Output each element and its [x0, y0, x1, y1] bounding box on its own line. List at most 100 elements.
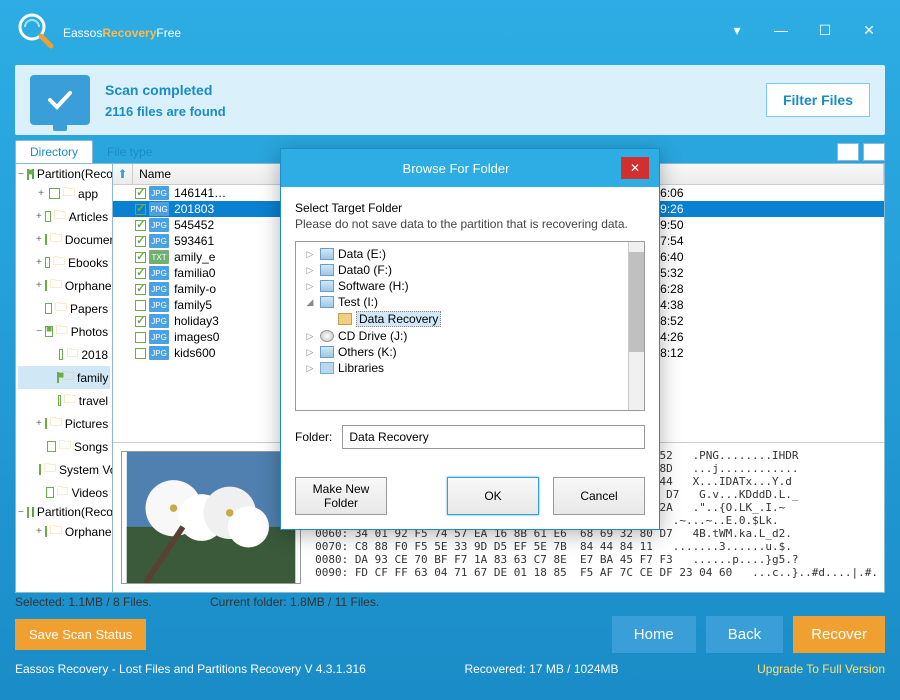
tree-label: System Volume Informat	[59, 463, 113, 477]
expand-toggle[interactable]: +	[36, 257, 42, 268]
folder-input[interactable]	[342, 425, 645, 449]
folder-icon: 🗀	[50, 413, 62, 434]
view-list-button[interactable]	[863, 143, 885, 161]
checkbox[interactable]	[27, 169, 29, 180]
tab-directory[interactable]: Directory	[15, 140, 93, 163]
checkbox[interactable]	[57, 372, 59, 383]
checkbox[interactable]	[45, 526, 47, 537]
ok-button[interactable]: OK	[447, 477, 539, 515]
checkbox[interactable]	[135, 268, 146, 279]
expand-toggle[interactable]: +	[36, 234, 42, 245]
dropdown-icon[interactable]: ▾	[721, 18, 753, 42]
folder-tree-item[interactable]: Data Recovery	[300, 310, 640, 328]
checkbox[interactable]	[135, 236, 146, 247]
tree-item[interactable]: +🗀Orphaned Files	[18, 274, 110, 297]
minimize-button[interactable]: —	[765, 18, 797, 42]
checkbox[interactable]	[46, 487, 54, 498]
folder-tree-item[interactable]: ◢Test (I:)	[300, 294, 640, 310]
make-new-folder-button[interactable]: Make New Folder	[295, 477, 387, 515]
checkbox[interactable]	[135, 204, 146, 215]
dialog-close-button[interactable]: ✕	[621, 157, 649, 179]
tree-item[interactable]: 🗀family	[18, 366, 110, 389]
up-folder-button[interactable]: ⬆	[113, 164, 133, 184]
tab-file-type[interactable]: File type	[93, 141, 166, 163]
tree-item[interactable]: −Partition(Recognized)(2	[18, 504, 110, 520]
checkbox[interactable]	[45, 418, 47, 429]
recover-button[interactable]: Recover	[793, 616, 885, 653]
scrollbar[interactable]	[628, 242, 644, 410]
folder-tree-item[interactable]: ▷CD Drive (J:)	[300, 328, 640, 344]
checkbox[interactable]	[45, 280, 47, 291]
cancel-button[interactable]: Cancel	[553, 477, 645, 515]
expand-toggle[interactable]: +	[36, 188, 46, 199]
scrollbar-thumb[interactable]	[629, 252, 644, 352]
checkbox[interactable]	[135, 348, 146, 359]
info-current: Current folder: 1.8MB / 11 Files.	[210, 595, 379, 609]
checkbox[interactable]	[45, 326, 53, 337]
checkbox[interactable]	[39, 464, 41, 475]
browse-folder-dialog: Browse For Folder ✕ Select Target Folder…	[280, 148, 660, 530]
expand-toggle[interactable]: −	[36, 326, 42, 337]
tree-label: Pictures	[65, 417, 108, 431]
close-button[interactable]: ✕	[853, 18, 885, 42]
checkbox[interactable]	[135, 188, 146, 199]
expand-toggle[interactable]: ▷	[304, 331, 316, 342]
expand-toggle[interactable]: ◢	[304, 297, 316, 308]
expand-toggle[interactable]: ▷	[304, 281, 316, 292]
upgrade-link[interactable]: Upgrade To Full Version	[757, 662, 885, 676]
tree-item[interactable]: + 🗀Pictures	[18, 412, 110, 435]
maximize-button[interactable]: ☐	[809, 18, 841, 42]
tree-item[interactable]: −🗀Photos	[18, 320, 110, 343]
checkbox[interactable]	[27, 507, 29, 518]
checkbox[interactable]	[47, 441, 56, 452]
back-button[interactable]: Back	[706, 616, 783, 653]
folder-tree[interactable]: ▷Data (E:)▷Data0 (F:)▷Software (H:)◢Test…	[295, 241, 645, 411]
save-scan-button[interactable]: Save Scan Status	[15, 619, 146, 650]
checkbox[interactable]	[58, 395, 61, 406]
expand-toggle[interactable]: +	[36, 526, 42, 537]
tree-item[interactable]: +🗀Articles	[18, 205, 110, 228]
expand-toggle[interactable]: −	[18, 507, 24, 518]
expand-toggle[interactable]: +	[36, 280, 42, 291]
expand-toggle[interactable]: ▷	[304, 347, 316, 358]
tree-item[interactable]: 🗀Songs	[18, 435, 110, 458]
checkbox[interactable]	[45, 211, 51, 222]
checkbox[interactable]	[45, 303, 52, 314]
folder-tree-item[interactable]: ▷Others (K:)	[300, 344, 640, 360]
tree-item[interactable]: −Partition(Recognized)(0	[18, 166, 110, 182]
checkbox[interactable]	[45, 257, 50, 268]
expand-toggle[interactable]: +	[36, 418, 42, 429]
checkbox[interactable]	[135, 300, 146, 311]
tree-item[interactable]: +🗀Orphaned Files	[18, 520, 110, 543]
home-button[interactable]: Home	[612, 616, 696, 653]
dialog-titlebar[interactable]: Browse For Folder ✕	[281, 149, 659, 187]
folder-tree-item[interactable]: ▷Data0 (F:)	[300, 262, 640, 278]
folder-tree-item[interactable]: ▷Software (H:)	[300, 278, 640, 294]
checkbox[interactable]	[135, 316, 146, 327]
tree-item[interactable]: 🗀Videos	[18, 481, 110, 504]
checkbox[interactable]	[135, 252, 146, 263]
tree-item[interactable]: 🗀travel	[18, 389, 110, 412]
tree-item[interactable]: +🗀app	[18, 182, 110, 205]
checkbox[interactable]	[59, 349, 63, 360]
tree-item[interactable]: +🗀Documents	[18, 228, 110, 251]
expand-toggle[interactable]: ▷	[304, 265, 316, 276]
expand-toggle[interactable]: ▷	[304, 363, 316, 374]
folder-tree-item[interactable]: ▷Data (E:)	[300, 246, 640, 262]
expand-toggle[interactable]: −	[18, 169, 24, 180]
checkbox[interactable]	[135, 284, 146, 295]
directory-tree[interactable]: −Partition(Recognized)(0+🗀app+🗀Articles+…	[16, 164, 113, 592]
checkbox[interactable]	[45, 234, 47, 245]
folder-tree-item[interactable]: ▷Libraries	[300, 360, 640, 376]
checkbox[interactable]	[49, 188, 60, 199]
tree-item[interactable]: 🗀2018	[18, 343, 110, 366]
checkbox[interactable]	[135, 220, 146, 231]
tree-item[interactable]: 🗀Papers	[18, 297, 110, 320]
tree-item[interactable]: 🗀System Volume Informat	[18, 458, 110, 481]
filter-files-button[interactable]: Filter Files	[766, 83, 870, 117]
checkbox[interactable]	[135, 332, 146, 343]
view-grid-button[interactable]	[837, 143, 859, 161]
expand-toggle[interactable]: +	[36, 211, 42, 222]
tree-item[interactable]: +🗀Ebooks	[18, 251, 110, 274]
expand-toggle[interactable]: ▷	[304, 249, 316, 260]
